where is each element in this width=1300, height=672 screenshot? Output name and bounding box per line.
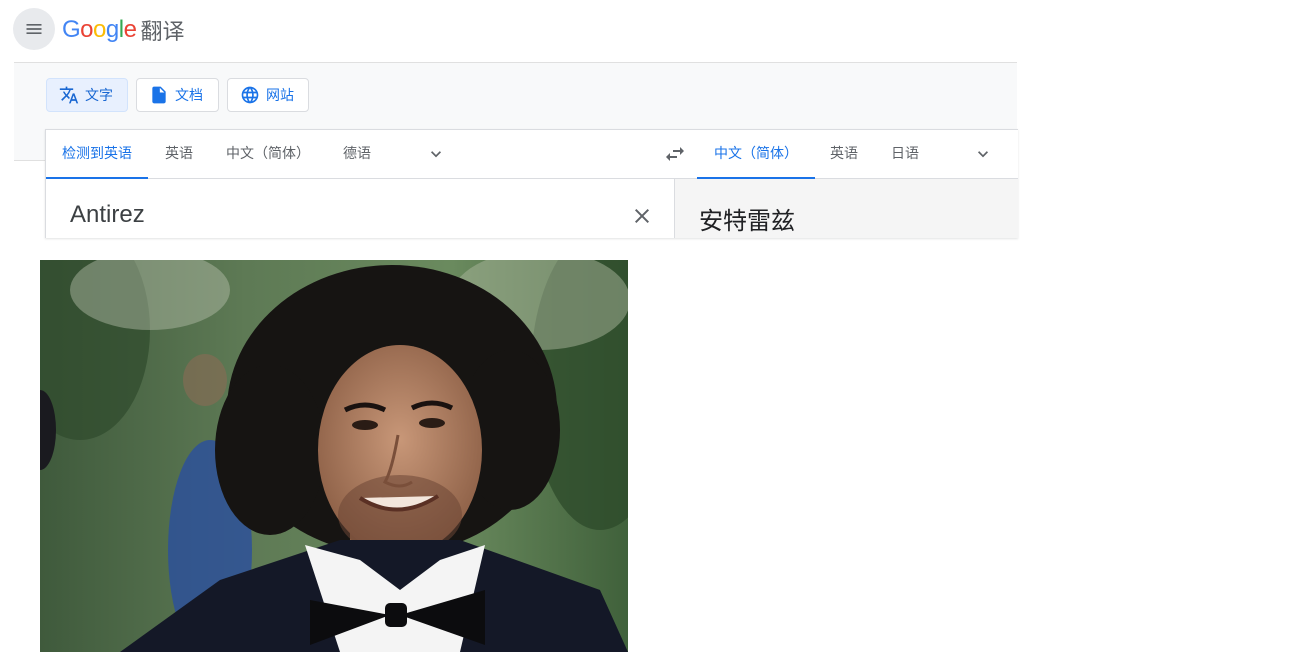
source-text-pane[interactable]: Antirez	[46, 179, 674, 238]
mode-document-label: 文档	[175, 87, 203, 103]
main-menu-button[interactable]	[13, 8, 55, 50]
target-lang-more-chevron-down-icon[interactable]	[973, 144, 993, 164]
target-lang-japanese[interactable]: 日语	[891, 130, 919, 178]
toolbar-divider	[14, 160, 46, 161]
source-lang-chinese-simplified[interactable]: 中文（简体）	[226, 130, 310, 178]
mode-website-button[interactable]: 网站	[227, 78, 309, 112]
source-lang-detected[interactable]: 检测到英语	[46, 130, 148, 179]
hamburger-menu-icon	[26, 24, 42, 34]
swap-languages-icon[interactable]	[663, 142, 687, 166]
source-text[interactable]: Antirez	[70, 201, 145, 229]
mode-document-button[interactable]: 文档	[136, 78, 219, 112]
source-lang-english[interactable]: 英语	[165, 130, 193, 178]
document-icon	[152, 86, 166, 104]
mode-text-label: 文字	[85, 87, 113, 103]
mode-text-button[interactable]: 文字	[46, 78, 128, 112]
language-bar: 检测到英语 英语 中文（简体） 德语 中文（简体） 英语 日语	[46, 130, 1018, 179]
source-lang-german[interactable]: 德语	[343, 130, 371, 178]
source-lang-more-chevron-down-icon[interactable]	[426, 144, 446, 164]
person-photo	[40, 260, 628, 652]
translate-card: 检测到英语 英语 中文（简体） 德语 中文（简体） 英语 日语 Antirez …	[45, 129, 1018, 238]
translated-text: 安特雷兹	[699, 208, 795, 235]
person-photo-image	[40, 260, 628, 652]
translate-icon	[59, 86, 79, 104]
mode-website-label: 网站	[266, 87, 294, 103]
target-lang-english[interactable]: 英语	[830, 130, 858, 178]
globe-icon	[241, 86, 259, 104]
target-lang-chinese-simplified[interactable]: 中文（简体）	[697, 130, 815, 179]
translation-output-pane: 安特雷兹	[674, 179, 1018, 238]
google-translate-logo[interactable]: Google 翻译	[62, 15, 184, 45]
product-name: 翻译	[140, 19, 185, 44]
clear-source-close-icon[interactable]	[630, 204, 654, 228]
